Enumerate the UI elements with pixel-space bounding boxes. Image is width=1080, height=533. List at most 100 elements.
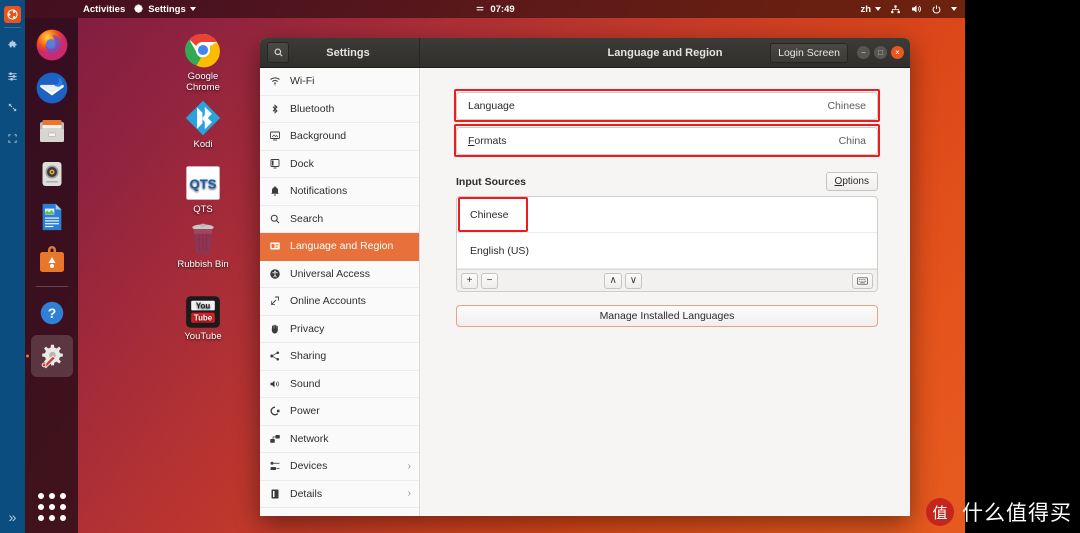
dock-item-thunderbird[interactable] xyxy=(31,67,73,109)
dock-icon xyxy=(268,158,281,170)
desktop-icon-qts[interactable]: QTS QTS xyxy=(170,158,236,215)
options-button[interactable]: Options xyxy=(825,172,878,191)
libreoffice-writer-icon xyxy=(42,203,61,231)
remove-input-source-button[interactable]: − xyxy=(481,272,498,289)
help-icon: ? xyxy=(40,301,63,325)
formats-value: China xyxy=(838,135,866,147)
gnome-top-bar: Activities Settings 07:49 zh xyxy=(25,0,965,18)
sidebar-item-online-accounts[interactable]: Online Accounts xyxy=(260,288,419,316)
formats-row[interactable]: Formats China xyxy=(456,127,878,155)
sidebar-item-bluetooth[interactable]: Bluetooth xyxy=(260,96,419,123)
files-icon xyxy=(39,120,64,142)
ubuntu-logo-icon[interactable] xyxy=(4,6,21,23)
desktop-icon-youtube[interactable]: You Tube YouTube xyxy=(170,285,236,342)
svg-text:QTS: QTS xyxy=(190,176,217,191)
network-icon xyxy=(268,433,281,445)
desktop-icon-label: Kodi xyxy=(193,139,213,150)
input-source-row-chinese[interactable]: Chinese xyxy=(457,197,877,233)
minimize-button[interactable]: − xyxy=(857,46,870,59)
firefox-icon xyxy=(36,29,67,61)
move-down-button[interactable]: ∨ xyxy=(624,272,643,289)
power-icon[interactable] xyxy=(931,4,942,15)
search-icon[interactable] xyxy=(267,42,289,63)
dock-item-files[interactable] xyxy=(31,110,73,152)
input-sources-list: Chinese English (US) + − ∧ ∨ xyxy=(456,196,878,292)
sidebar-item-label: Search xyxy=(290,212,324,225)
keyboard-layout-indicator[interactable]: zh xyxy=(860,4,881,15)
sidebar-item-label: Network xyxy=(290,432,329,445)
sidebar-item-notifications[interactable]: Notifications xyxy=(260,178,419,206)
sidebar-item-sound[interactable]: Sound xyxy=(260,371,419,398)
desktop-icon-rubbish-bin[interactable]: Rubbish Bin xyxy=(170,213,236,270)
svg-text:You: You xyxy=(196,302,210,311)
formats-label: Formats xyxy=(468,135,507,147)
move-up-button[interactable]: ∧ xyxy=(604,272,622,289)
sliders-icon[interactable] xyxy=(0,61,25,92)
sidebar-item-search[interactable]: Search xyxy=(260,206,419,233)
settings-content: Language Chinese Formats China Input Sou… xyxy=(420,68,910,516)
sidebar-item-label: Sharing xyxy=(290,350,327,363)
titlebar-left: Settings xyxy=(260,38,420,67)
dock-item-rhythmbox[interactable] xyxy=(31,153,73,195)
sidebar-item-label: Universal Access xyxy=(290,267,370,280)
crop-icon[interactable] xyxy=(0,123,25,154)
settings-gear-wrench-icon xyxy=(41,344,63,369)
network-icon[interactable] xyxy=(890,4,901,15)
kodi-icon xyxy=(170,93,236,137)
sidebar-item-wifi[interactable]: Wi-Fi xyxy=(260,68,419,96)
dock-item-libreoffice-writer[interactable] xyxy=(31,196,73,238)
sidebar-item-label: Details xyxy=(290,487,323,500)
add-input-source-button[interactable]: + xyxy=(461,272,478,289)
login-screen-button[interactable]: Login Screen xyxy=(770,42,848,63)
capture-expand-button[interactable]: » xyxy=(0,509,25,525)
sidebar-item-network[interactable]: Network xyxy=(260,426,419,453)
window-titlebar: Settings Language and Region Login Scree… xyxy=(260,38,910,68)
desktop: Activities Settings 07:49 zh ? Google Ch… xyxy=(25,0,965,533)
svg-text:?: ? xyxy=(47,305,56,321)
dock-item-help[interactable]: ? xyxy=(31,292,73,334)
sidebar-item-privacy[interactable]: Privacy xyxy=(260,316,419,343)
chevron-right-icon: › xyxy=(407,460,411,472)
clock-button[interactable]: 07:49 xyxy=(25,0,965,18)
sidebar-item-language-and-region[interactable]: Language and Region xyxy=(260,233,419,261)
chevron-down-icon xyxy=(875,7,881,11)
language-value: Chinese xyxy=(827,100,866,112)
trash-icon xyxy=(170,213,236,257)
desktop-icon-chrome[interactable]: Google Chrome xyxy=(170,25,236,93)
maximize-button[interactable]: □ xyxy=(874,46,887,59)
resize-icon[interactable] xyxy=(0,92,25,123)
chrome-icon xyxy=(170,25,236,69)
input-source-row-english[interactable]: English (US) xyxy=(457,233,877,269)
sidebar-item-background[interactable]: Background xyxy=(260,123,419,151)
desktop-icon-label: YouTube xyxy=(184,331,222,342)
close-button[interactable]: × xyxy=(891,46,904,59)
ubuntu-software-icon xyxy=(39,246,64,272)
sidebar-item-universal-access[interactable]: Universal Access xyxy=(260,261,419,288)
dock-item-settings[interactable] xyxy=(30,335,73,377)
sidebar-item-power[interactable]: Power xyxy=(260,398,419,426)
keyboard-layout-label: zh xyxy=(860,3,871,15)
sidebar-item-label: Devices xyxy=(290,460,328,473)
keyboard-icon[interactable] xyxy=(851,272,873,289)
desktop-icon-kodi[interactable]: Kodi xyxy=(170,93,236,150)
manage-installed-languages-button[interactable]: Manage Installed Languages xyxy=(456,305,878,327)
show-applications-button[interactable] xyxy=(34,489,70,525)
sidebar-item-sharing[interactable]: Sharing xyxy=(260,343,419,371)
sidebar-item-details[interactable]: Details › xyxy=(260,481,419,508)
system-menu-chevron-icon[interactable] xyxy=(951,7,957,11)
sidebar-item-devices[interactable]: Devices › xyxy=(260,453,419,481)
desktop-icon-label: Rubbish Bin xyxy=(177,259,229,270)
sidebar-item-dock[interactable]: Dock xyxy=(260,151,419,178)
thunderbird-icon xyxy=(36,72,67,104)
svg-text:Tube: Tube xyxy=(194,313,213,322)
sidebar-item-label: Sound xyxy=(290,377,321,390)
volume-icon[interactable] xyxy=(910,3,922,15)
rhythmbox-icon xyxy=(42,162,61,186)
puzzle-icon[interactable] xyxy=(0,30,25,61)
dock-item-ubuntu-software[interactable] xyxy=(31,239,73,281)
online-accounts-icon xyxy=(268,295,281,307)
sidebar-item-label: Notifications xyxy=(290,185,348,198)
dock-item-firefox[interactable] xyxy=(31,24,73,66)
language-row[interactable]: Language Chinese xyxy=(456,92,878,120)
sound-icon xyxy=(268,378,281,390)
